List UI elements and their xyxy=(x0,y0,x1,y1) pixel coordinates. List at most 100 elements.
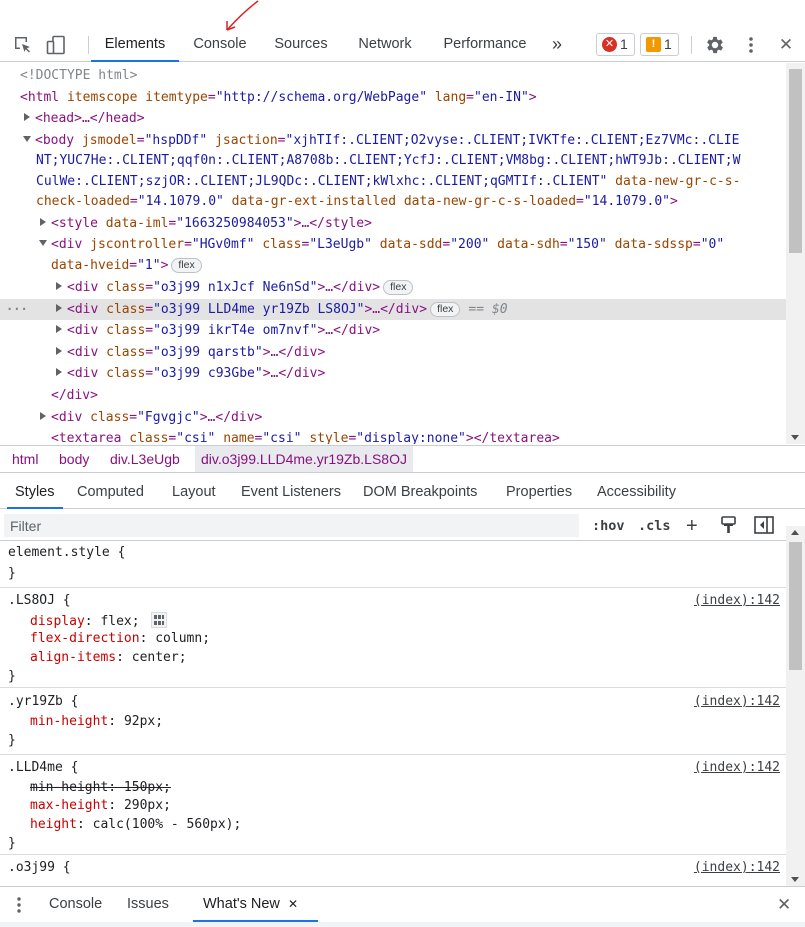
error-count-badge[interactable]: ✕ 1 xyxy=(596,33,635,56)
row-options-icon[interactable]: ··· xyxy=(6,299,28,320)
scrollbar-thumb[interactable] xyxy=(789,69,802,253)
breadcrumb-item-html[interactable]: html xyxy=(6,446,44,472)
scrollbar-thumb[interactable] xyxy=(789,542,802,670)
tab-computed[interactable]: Computed xyxy=(69,476,152,508)
dom-tree-scrollbar[interactable] xyxy=(786,63,805,444)
body-node[interactable]: <body jsmodel="hspDDf" jsaction="xjhTIf:… xyxy=(23,130,739,151)
style-node[interactable]: <style data-iml="1663250984053">…</style… xyxy=(40,213,372,234)
more-tabs-button[interactable]: » xyxy=(546,28,568,61)
tab-layout[interactable]: Layout xyxy=(164,476,224,508)
expand-triangle-icon[interactable] xyxy=(56,304,62,312)
console-ref-hint: == $0 xyxy=(468,302,508,317)
settings-gear-icon[interactable] xyxy=(704,34,726,56)
decl-align-items[interactable]: align-items: center; xyxy=(30,649,187,667)
close-drawer-icon[interactable]: ✕ xyxy=(777,887,791,922)
dom-tree: <!DOCTYPE html> <html itemscope itemtype… xyxy=(0,63,786,444)
decl-min-height[interactable]: min-height: 92px; xyxy=(30,713,163,731)
scroll-down-arrow-icon[interactable] xyxy=(791,435,799,440)
scroll-up-arrow-icon[interactable] xyxy=(791,530,799,535)
rule-selector: .o3j99 { xyxy=(8,860,71,875)
flex-badge[interactable]: flex xyxy=(383,280,414,295)
expand-triangle-icon[interactable] xyxy=(40,412,46,420)
device-toolbar-icon[interactable] xyxy=(45,34,67,56)
rule-close-brace: } xyxy=(8,669,16,684)
drawer-tab-whats-new[interactable]: What's New ✕ xyxy=(193,887,318,922)
body-attrs-cont: check-loaded="14.1079.0" data-gr-ext-ins… xyxy=(36,194,678,209)
tab-event-listeners[interactable]: Event Listeners xyxy=(233,476,349,508)
rule-element-style[interactable]: element.style { } xyxy=(0,542,786,588)
collapse-triangle-icon[interactable] xyxy=(39,240,47,246)
tab-sources[interactable]: Sources xyxy=(264,28,338,61)
scroll-down-arrow-icon[interactable] xyxy=(791,877,799,882)
error-icon: ✕ xyxy=(602,37,617,52)
tab-dom-breakpoints[interactable]: DOM Breakpoints xyxy=(355,476,485,508)
child-div-5[interactable]: <div class="o3j99 c93Gbe">…</div> xyxy=(56,363,325,384)
styles-pane-tabs: Styles Computed Layout Event Listeners D… xyxy=(0,476,805,509)
div-fgvgjc-node[interactable]: <div class="Fgvgjc">…</div> xyxy=(40,407,262,428)
flex-badge[interactable]: flex xyxy=(430,302,461,317)
rule-source-link[interactable]: (index):142 xyxy=(694,693,780,711)
close-tab-icon[interactable]: ✕ xyxy=(288,897,298,911)
tab-network[interactable]: Network xyxy=(346,28,424,61)
child-div-4[interactable]: <div class="o3j99 qarstb">…</div> xyxy=(56,342,325,363)
breadcrumb-item-div-l3eugb[interactable]: div.L3eUgb xyxy=(104,446,186,472)
styles-filter-input[interactable] xyxy=(4,514,579,537)
devtools-main-toolbar: Elements Console Sources Network Perform… xyxy=(0,28,805,62)
rule-lld4me[interactable]: .LLD4me { (index):142 min-height: 150px;… xyxy=(0,755,786,855)
drawer-menu-icon[interactable] xyxy=(14,896,24,919)
styles-scrollbar[interactable] xyxy=(786,526,805,886)
breadcrumb-item-selected[interactable]: div.o3j99.LLD4me.yr19Zb.LS8OJ xyxy=(195,446,413,472)
flex-badge[interactable]: flex xyxy=(171,258,202,273)
child-div-3[interactable]: <div class="o3j99 ikrT4e om7nvf">…</div> xyxy=(56,320,380,341)
rule-selector: .LLD4me { xyxy=(8,760,79,775)
toggle-sidebar-icon[interactable] xyxy=(754,516,774,539)
window-bottom-edge xyxy=(0,922,805,927)
expand-triangle-icon[interactable] xyxy=(56,325,62,333)
rule-close-brace: } xyxy=(8,733,16,748)
head-node[interactable]: <head>…</head> xyxy=(24,108,145,129)
tab-styles[interactable]: Styles xyxy=(7,476,63,509)
child-div-2-selected[interactable]: <div class="o3j99 LLD4me yr19Zb LS8OJ">…… xyxy=(56,299,508,320)
paint-brush-icon[interactable] xyxy=(720,516,738,539)
decl-height[interactable]: height: calc(100% - 560px); xyxy=(30,816,241,834)
html-node[interactable]: <html itemscope itemtype="http://schema.… xyxy=(20,87,537,108)
collapse-triangle-icon[interactable] xyxy=(23,136,31,142)
warning-count-badge[interactable]: ! 1 xyxy=(640,33,679,56)
hover-state-toggle[interactable]: :hov xyxy=(592,515,625,537)
error-count: 1 xyxy=(620,36,628,52)
more-options-icon[interactable] xyxy=(740,34,762,56)
drawer-tab-console[interactable]: Console xyxy=(49,887,102,922)
tab-performance[interactable]: Performance xyxy=(432,28,538,61)
flexbox-editor-icon[interactable] xyxy=(151,612,168,628)
breadcrumb-item-body[interactable]: body xyxy=(53,446,95,472)
expand-triangle-icon[interactable] xyxy=(56,282,62,290)
rule-yr19zb[interactable]: .yr19Zb { (index):142 min-height: 92px; … xyxy=(0,688,786,755)
decl-max-height[interactable]: max-height: 290px; xyxy=(30,797,171,815)
rule-source-link[interactable]: (index):142 xyxy=(694,859,780,877)
tab-elements[interactable]: Elements xyxy=(91,28,179,62)
rule-o3j99[interactable]: .o3j99 { (index):142 xyxy=(0,855,786,886)
div-l3eugb-node[interactable]: <div jscontroller="HGv0mf" class="L3eUgb… xyxy=(39,234,724,255)
drawer-tab-issues[interactable]: Issues xyxy=(127,887,169,922)
tab-properties[interactable]: Properties xyxy=(498,476,580,508)
tab-accessibility[interactable]: Accessibility xyxy=(589,476,684,508)
new-style-rule-button[interactable]: + xyxy=(686,515,698,537)
child-div-1[interactable]: <div class="o3j99 n1xJcf Ne6nSd">…</div>… xyxy=(56,277,414,298)
class-toggle[interactable]: .cls xyxy=(638,515,671,537)
decl-flex-direction[interactable]: flex-direction: column; xyxy=(30,630,210,648)
expand-triangle-icon[interactable] xyxy=(24,113,30,121)
expand-triangle-icon[interactable] xyxy=(40,218,46,226)
rule-ls8oj[interactable]: .LS8OJ { (index):142 display: flex; flex… xyxy=(0,588,786,688)
decl-display[interactable]: display: flex; xyxy=(30,612,168,630)
textarea-node[interactable]: <textarea class="csi" name="csi" style="… xyxy=(51,428,560,444)
rule-source-link[interactable]: (index):142 xyxy=(694,759,780,777)
expand-triangle-icon[interactable] xyxy=(56,347,62,355)
inspect-element-icon[interactable] xyxy=(12,34,34,56)
rule-source-link[interactable]: (index):142 xyxy=(694,592,780,610)
close-devtools-icon[interactable]: ✕ xyxy=(775,34,797,56)
decl-min-height-overridden[interactable]: min-height: 150px; xyxy=(30,779,171,797)
rule-selector: .LS8OJ { xyxy=(8,593,71,608)
rule-close-brace: } xyxy=(8,836,16,851)
annotation-arrow-icon xyxy=(226,0,259,31)
expand-triangle-icon[interactable] xyxy=(56,368,62,376)
